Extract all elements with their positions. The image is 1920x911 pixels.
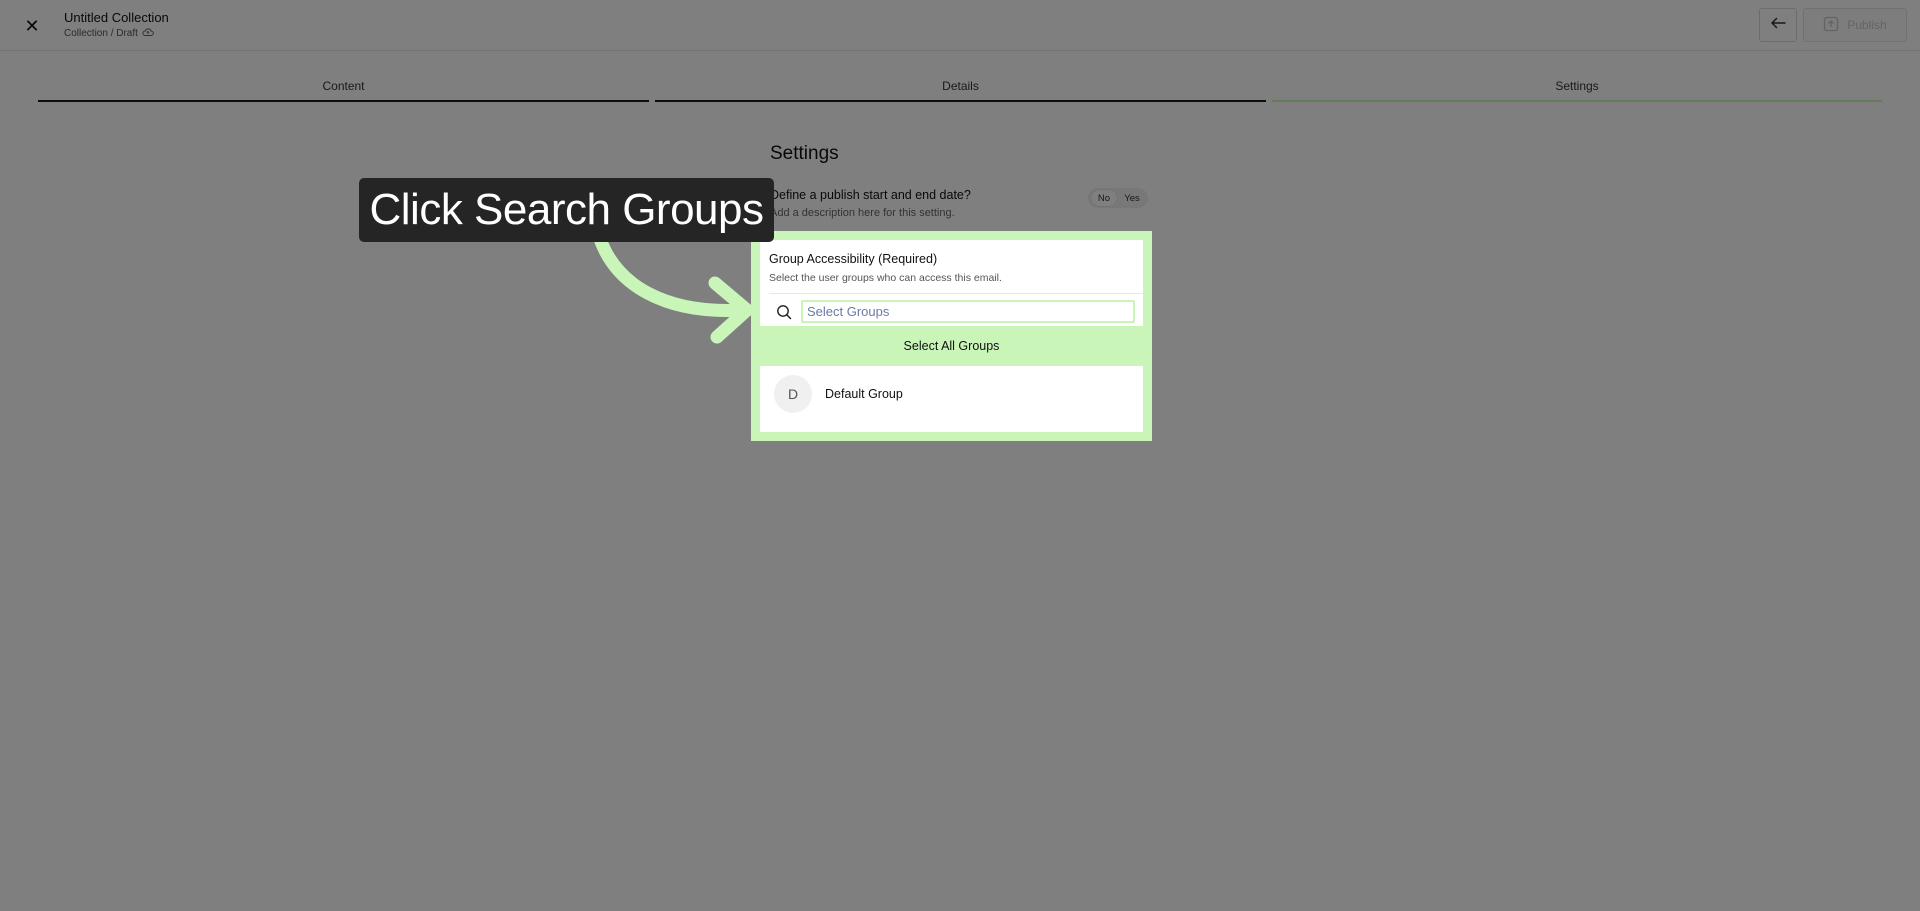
callout-text: Click Search Groups [369,185,764,234]
callout-arrow-icon [592,230,754,344]
group-name: Default Group [825,387,903,401]
highlight-frame: Group Accessibility (Required) Select th… [751,231,1152,441]
tutorial-dim-overlay [0,0,1920,911]
divider [769,293,1143,294]
search-groups-input[interactable] [801,300,1135,323]
group-accessibility-title: Group Accessibility (Required) [769,252,938,266]
avatar: D [774,375,812,413]
select-all-groups-button[interactable]: Select All Groups [760,326,1143,366]
search-icon [769,299,799,324]
group-accessibility-description: Select the user groups who can access th… [769,272,1002,284]
list-item[interactable]: D Default Group [760,366,1143,422]
group-accessibility-panel: Group Accessibility (Required) Select th… [760,240,1143,432]
tutorial-callout: Click Search Groups [359,178,774,242]
group-search [769,299,1143,324]
